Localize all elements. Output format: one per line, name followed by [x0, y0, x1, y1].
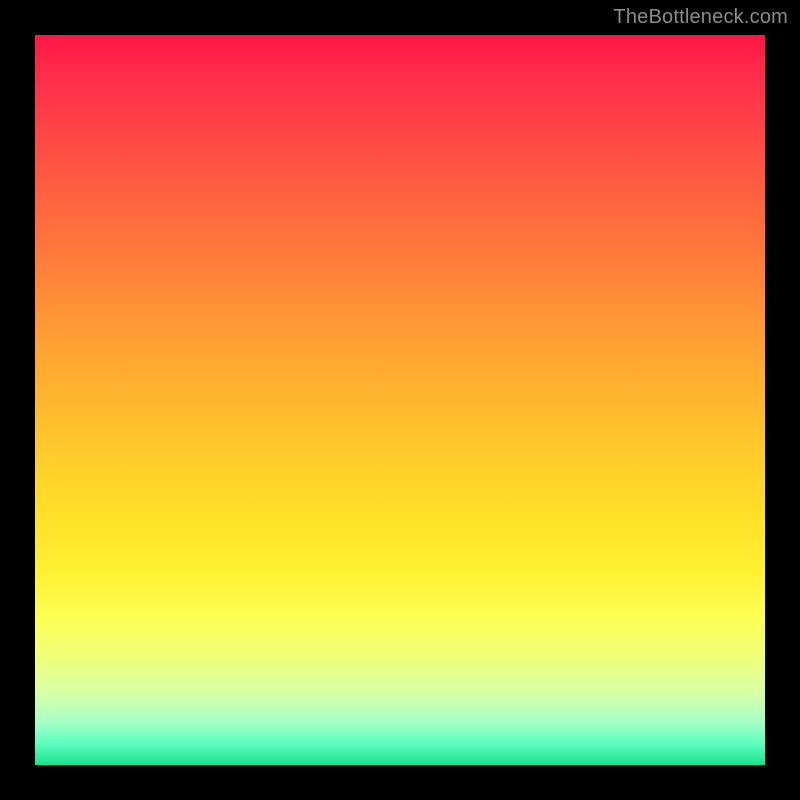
plot-area [35, 35, 765, 765]
watermark-text: TheBottleneck.com [613, 6, 788, 29]
chart-frame: TheBottleneck.com [0, 0, 800, 800]
gradient-background [35, 35, 765, 765]
